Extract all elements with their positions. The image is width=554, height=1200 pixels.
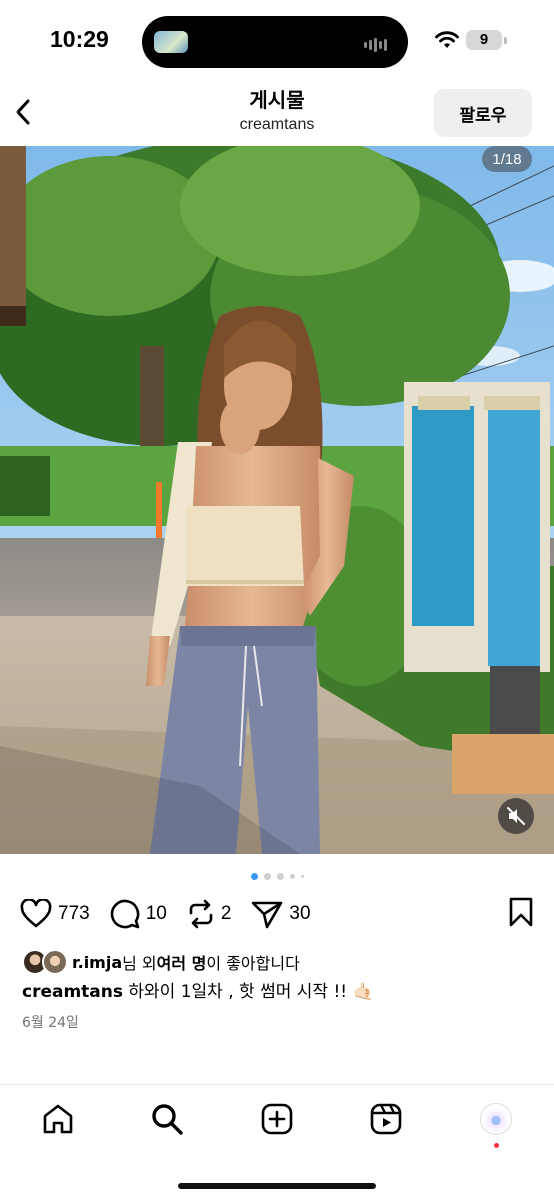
like-button[interactable]: 773: [20, 899, 90, 929]
carousel-dot: [276, 872, 284, 880]
repost-icon: [189, 899, 213, 929]
nav-profile[interactable]: [476, 1099, 516, 1139]
carousel-dot-active: [250, 872, 258, 880]
carousel-dot: [300, 874, 304, 878]
home-indicator[interactable]: [178, 1183, 376, 1189]
image-counter: 1/18: [482, 146, 532, 172]
search-icon: [152, 1104, 183, 1135]
now-playing-thumbnail: [154, 31, 188, 53]
audio-wave-icon: [364, 34, 394, 52]
likes-text-mid: 님 외: [122, 954, 157, 973]
heart-icon: [20, 899, 52, 928]
liker-username[interactable]: r.imja: [72, 953, 122, 972]
likes-summary[interactable]: r.imja 님 외 여러 명이 좋아합니다: [22, 948, 300, 976]
home-icon: [43, 1104, 73, 1134]
wifi-icon: [435, 31, 459, 48]
notification-dot: [494, 1143, 499, 1148]
battery-icon: 9: [466, 30, 502, 50]
like-count[interactable]: 773: [58, 903, 90, 925]
bottom-navigation: [0, 1084, 554, 1200]
likes-text-end: 이 좋아합니다: [206, 954, 300, 973]
status-bar: 10:29 9: [0, 0, 554, 80]
profile-avatar: [480, 1103, 512, 1135]
carousel-dot: [289, 873, 295, 879]
caption-text: 하와이 1일차 , 핫 썸머 시작 !! 🤙🏻: [123, 982, 374, 1002]
nav-reels[interactable]: [366, 1099, 406, 1139]
follow-button[interactable]: 팔로우: [434, 89, 532, 137]
share-button[interactable]: 30: [251, 899, 311, 929]
nav-home[interactable]: [38, 1099, 78, 1139]
carousel-dot: [263, 872, 271, 880]
nav-search[interactable]: [147, 1099, 187, 1139]
post-caption: creamtans 하와이 1일차 , 핫 썸머 시작 !! 🤙🏻: [22, 980, 542, 1004]
carousel-dots: [0, 872, 554, 880]
caption-username[interactable]: creamtans: [22, 982, 123, 1002]
repost-count[interactable]: 2: [221, 903, 232, 925]
reels-icon: [370, 1103, 402, 1135]
post-date: 6월 24일: [22, 1015, 79, 1031]
comment-icon: [110, 899, 140, 929]
post-image: [0, 146, 554, 854]
save-button[interactable]: [508, 897, 534, 931]
repost-button[interactable]: 2: [187, 899, 232, 929]
bookmark-icon: [509, 897, 533, 927]
status-time: 10:29: [50, 26, 109, 52]
comment-count[interactable]: 10: [146, 903, 167, 925]
send-icon: [252, 901, 283, 929]
mute-button[interactable]: [498, 798, 534, 834]
dynamic-island[interactable]: [142, 16, 408, 68]
post-header: 게시물 creamtans 팔로우: [0, 80, 554, 146]
comment-button[interactable]: 10: [110, 899, 167, 929]
post-actions: 773 10 2 30: [20, 895, 534, 933]
liker-avatars: [22, 949, 70, 975]
share-count[interactable]: 30: [289, 903, 310, 925]
speaker-muted-icon: [507, 807, 525, 825]
nav-create[interactable]: [257, 1099, 297, 1139]
post-photo[interactable]: 1/18: [0, 146, 554, 854]
create-icon: [261, 1103, 293, 1135]
battery-tip: [504, 37, 507, 44]
likes-others[interactable]: 여러 명: [157, 950, 207, 974]
avatar: [42, 949, 68, 975]
